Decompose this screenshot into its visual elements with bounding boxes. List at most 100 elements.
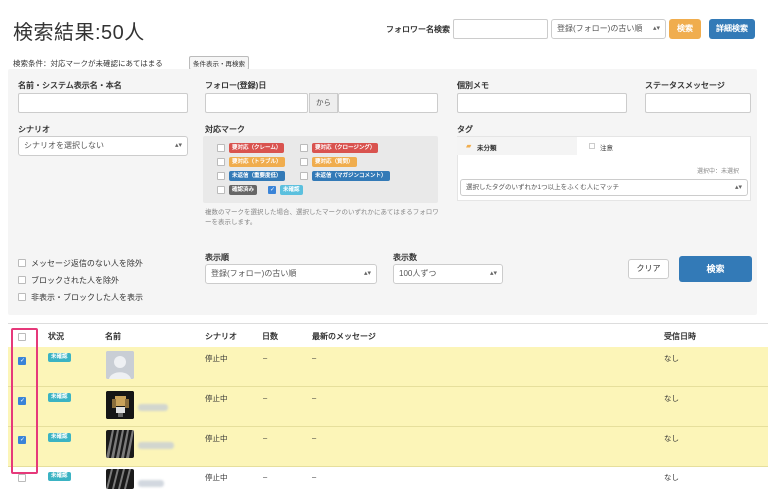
order-label: 表示順 — [205, 253, 229, 262]
row-scenario: 停止中 — [205, 394, 228, 403]
col-status: 状況 — [48, 332, 64, 341]
follow-date-end-input[interactable] — [338, 93, 438, 113]
avatar[interactable] — [106, 391, 134, 419]
col-received: 受信日時 — [664, 332, 696, 341]
row-scenario: 停止中 — [205, 434, 228, 443]
mark-badge-magazine: 未返信（マガジンコメント） — [312, 171, 390, 181]
avatar[interactable] — [106, 351, 134, 379]
tag-caution-label: 注意 — [600, 145, 613, 152]
tag-checkbox-caution[interactable] — [589, 143, 595, 149]
marks-label: 対応マーク — [205, 125, 245, 134]
search-conditions-text: 検索条件：対応マークが未確認にあてはまる — [13, 59, 163, 68]
tag-label: タグ — [457, 125, 473, 134]
follower-search-label: フォロワー名検索 — [386, 25, 450, 34]
status-badge: 未確認 — [48, 433, 71, 442]
row-latest-message: – — [312, 353, 317, 362]
count-select-value: 100人ずつ — [399, 269, 437, 278]
page-title: 検索結果:50人 — [13, 22, 145, 44]
table-top-border — [8, 323, 768, 324]
clear-button[interactable]: クリア — [628, 259, 669, 279]
header-sort-select[interactable]: 登録(フォロー)の古い順 ▴▾ — [551, 19, 666, 39]
status-message-label: ステータスメッセージ — [645, 81, 725, 90]
header-sort-value: 登録(フォロー)の古い順 — [557, 24, 643, 33]
select-arrow-icon: ▴▾ — [652, 25, 660, 32]
detail-search-button[interactable]: 詳細検索 — [709, 19, 755, 39]
header-search-button[interactable]: 検索 — [669, 19, 701, 39]
folder-icon: ▰ — [466, 143, 472, 150]
mark-checkbox-confirmed[interactable] — [217, 186, 225, 194]
mark-badge-unconfirmed: 未確認 — [280, 185, 303, 195]
blurred-name — [138, 480, 164, 487]
filter-search-button[interactable]: 検索 — [679, 256, 752, 282]
mark-badge-confirmed: 確認済み — [229, 185, 258, 195]
avatar[interactable] — [106, 469, 134, 489]
exclude-no-reply-label: メッセージ返信のない人を除外 — [31, 259, 143, 268]
mark-badge-low-priority: 未返信（重要度低） — [229, 171, 285, 181]
marks-hint: 複数のマークを選択した場合、選択したマークのいずれかにあてはまるフォロワーを表示… — [205, 209, 439, 226]
mark-checkbox-magazine[interactable] — [300, 172, 308, 180]
show-hidden-checkbox[interactable] — [18, 293, 26, 301]
exclude-blocked-checkbox[interactable] — [18, 276, 26, 284]
scenario-select[interactable]: シナリオを選択しない ▴▾ — [18, 136, 188, 156]
follower-search-input[interactable] — [453, 19, 548, 39]
row-checkbox[interactable] — [18, 474, 26, 482]
select-arrow-icon: ▴▾ — [174, 142, 182, 149]
row-latest-message: – — [312, 433, 317, 442]
row-days: – — [263, 393, 268, 402]
mark-checkbox-question[interactable] — [300, 158, 308, 166]
col-latest-message: 最新のメッセージ — [312, 332, 376, 341]
row-days: – — [263, 353, 268, 362]
memo-input[interactable] — [457, 93, 627, 113]
show-hidden-label: 非表示・ブロックした人を表示 — [31, 293, 143, 302]
mark-badge-trouble: 要対応（トラブル） — [229, 157, 285, 167]
mark-checkbox-unconfirmed[interactable] — [268, 186, 276, 194]
count-select[interactable]: 100人ずつ ▴▾ — [393, 264, 503, 284]
row-received: なし — [664, 354, 679, 363]
row-latest-message: – — [312, 472, 317, 481]
status-badge: 未確認 — [48, 393, 71, 402]
scenario-label: シナリオ — [18, 125, 50, 134]
select-arrow-icon: ▴▾ — [734, 184, 742, 191]
scenario-select-value: シナリオを選択しない — [24, 141, 104, 150]
follow-date-label: フォロー(登録)日 — [205, 81, 267, 90]
conditions-toggle-button[interactable]: 条件表示・再検索 — [189, 56, 249, 70]
row-latest-message: – — [312, 393, 317, 402]
row-received: なし — [664, 434, 679, 443]
memo-label: 個別メモ — [457, 81, 489, 90]
mark-badge-complaint: 要対応（クレーム） — [229, 143, 285, 153]
default-avatar-icon — [106, 351, 134, 379]
status-badge: 未確認 — [48, 353, 71, 362]
col-days: 日数 — [262, 332, 278, 341]
follow-date-from-addon: から — [309, 93, 338, 113]
mark-checkbox-trouble[interactable] — [217, 158, 225, 166]
exclude-no-reply-checkbox[interactable] — [18, 259, 26, 267]
select-arrow-icon: ▴▾ — [489, 270, 497, 277]
blurred-name — [138, 442, 174, 449]
tag-selected-text: 選択中：未選択 — [697, 169, 740, 175]
avatar[interactable] — [106, 430, 134, 458]
row-received: なし — [664, 394, 679, 403]
mark-checkbox-complaint[interactable] — [217, 144, 225, 152]
mark-checkbox-low-priority[interactable] — [217, 172, 225, 180]
tag-match-value: 選択したタグのいずれか1つ以上をふくむ人にマッチ — [466, 184, 620, 191]
row-scenario: 停止中 — [205, 354, 228, 363]
mark-badge-question: 要対応（質問） — [312, 157, 357, 167]
mark-badge-closing: 要対応（クロージング） — [312, 143, 379, 153]
col-name: 名前 — [105, 332, 121, 341]
exclude-blocked-label: ブロックされた人を除外 — [31, 276, 119, 285]
status-message-input[interactable] — [645, 93, 751, 113]
follow-date-start-input[interactable] — [205, 93, 308, 113]
tag-folder-tab[interactable] — [457, 137, 577, 155]
mark-checkbox-closing[interactable] — [300, 144, 308, 152]
row-days: – — [263, 472, 268, 481]
count-label: 表示数 — [393, 253, 417, 262]
selection-highlight-box — [11, 328, 38, 474]
order-select-value: 登録(フォロー)の古い順 — [211, 269, 297, 278]
order-select[interactable]: 登録(フォロー)の古い順 ▴▾ — [205, 264, 377, 284]
avatar-image — [106, 469, 134, 489]
tag-match-select[interactable]: 選択したタグのいずれか1つ以上をふくむ人にマッチ ▴▾ — [460, 179, 748, 196]
row-days: – — [263, 433, 268, 442]
avatar-image — [106, 391, 134, 419]
name-filter-input[interactable] — [18, 93, 188, 113]
row-scenario: 停止中 — [205, 473, 228, 482]
